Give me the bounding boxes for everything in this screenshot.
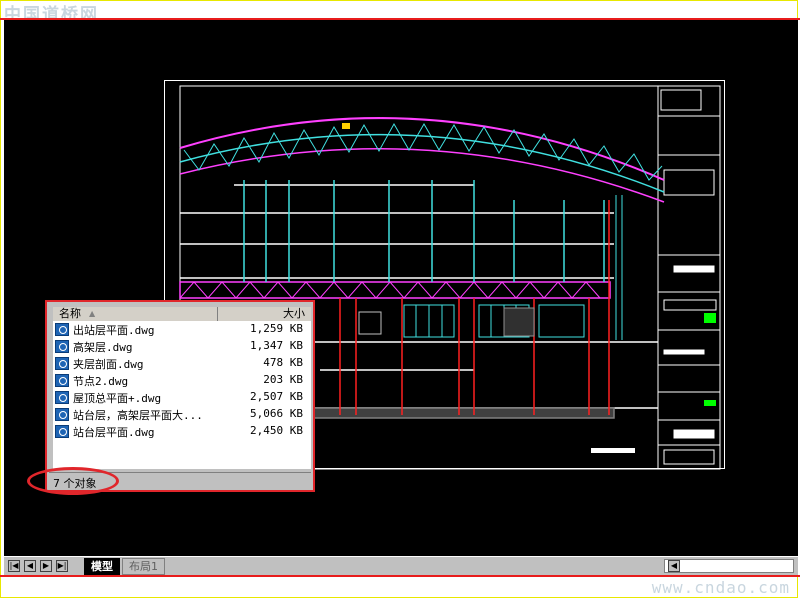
file-name: 出站层平面.dwg <box>73 324 155 337</box>
roof-truss <box>179 117 665 203</box>
scroll-left-button[interactable]: ◀ <box>668 560 680 572</box>
list-item[interactable]: 站台层平面.dwg 2,450 KB <box>53 423 311 440</box>
file-name: 站台层平面.dwg <box>73 426 155 439</box>
file-size: 2,507 KB <box>250 390 303 403</box>
list-item[interactable]: 节点2.dwg 203 KB <box>53 372 311 389</box>
file-name: 高架层.dwg <box>73 341 133 354</box>
file-name: 节点2.dwg <box>73 375 129 388</box>
file-name: 站台层，高架层平面大... <box>73 409 203 422</box>
highlight-ellipse <box>27 467 119 495</box>
file-size: 5,066 KB <box>250 407 303 420</box>
file-size: 1,259 KB <box>250 322 303 335</box>
skip-last-icon: ▶| <box>57 561 67 570</box>
tab-layout1[interactable]: 布局1 <box>122 558 165 575</box>
curtain-wall <box>358 195 623 340</box>
column-header-name[interactable]: 名称 <box>59 307 81 321</box>
column-divider[interactable] <box>217 307 218 321</box>
arrow-left-icon: ◀ <box>26 561 34 570</box>
first-tab-button[interactable]: |◀ <box>8 560 20 572</box>
list-item[interactable]: 高架层.dwg 1,347 KB <box>53 338 311 355</box>
tab-model[interactable]: 模型 <box>84 558 120 575</box>
bottom-red-rule <box>0 575 800 577</box>
column-header-size[interactable]: 大小 <box>283 307 305 321</box>
file-size: 203 KB <box>263 373 303 386</box>
dwg-file-icon <box>55 391 69 404</box>
list-header: 名称 ▲ 大小 <box>53 307 311 322</box>
dwg-file-icon <box>55 374 69 387</box>
next-tab-button[interactable]: ▶ <box>40 560 52 572</box>
watermark-bottom: www.cndao.com <box>651 578 790 597</box>
file-name: 夹层剖面.dwg <box>73 358 144 371</box>
list-item[interactable]: 出站层平面.dwg 1,259 KB <box>53 321 311 338</box>
title-block <box>657 86 720 469</box>
arrow-right-icon: ▶ <box>42 561 50 570</box>
file-list[interactable]: 出站层平面.dwg 1,259 KB 高架层.dwg 1,347 KB 夹层剖面… <box>53 321 311 469</box>
dwg-file-icon <box>55 425 69 438</box>
horizontal-scrollbar[interactable] <box>664 559 794 573</box>
list-item[interactable]: 站台层，高架层平面大... 5,066 KB <box>53 406 311 423</box>
dwg-file-icon <box>55 408 69 421</box>
file-size: 2,450 KB <box>250 424 303 437</box>
scale-bar <box>591 448 635 453</box>
file-explorer-panel[interactable]: 名称 ▲ 大小 出站层平面.dwg 1,259 KB 高架层.dwg 1,347… <box>45 300 315 492</box>
file-name: 屋顶总平面+.dwg <box>73 392 162 405</box>
skip-first-icon: |◀ <box>9 561 19 570</box>
layout-tab-bar: |◀ ◀ ▶ ▶| 模型 布局1 ◀ <box>4 556 798 575</box>
previous-tab-button[interactable]: ◀ <box>24 560 36 572</box>
dwg-file-icon <box>55 323 69 336</box>
sort-ascending-icon: ▲ <box>89 309 96 318</box>
file-size: 478 KB <box>263 356 303 369</box>
arrow-left-icon: ◀ <box>670 561 678 570</box>
list-item[interactable]: 夹层剖面.dwg 478 KB <box>53 355 311 372</box>
dwg-file-icon <box>55 340 69 353</box>
list-item[interactable]: 屋顶总平面+.dwg 2,507 KB <box>53 389 311 406</box>
last-tab-button[interactable]: ▶| <box>56 560 68 572</box>
file-size: 1,347 KB <box>250 339 303 352</box>
dwg-file-icon <box>55 357 69 370</box>
